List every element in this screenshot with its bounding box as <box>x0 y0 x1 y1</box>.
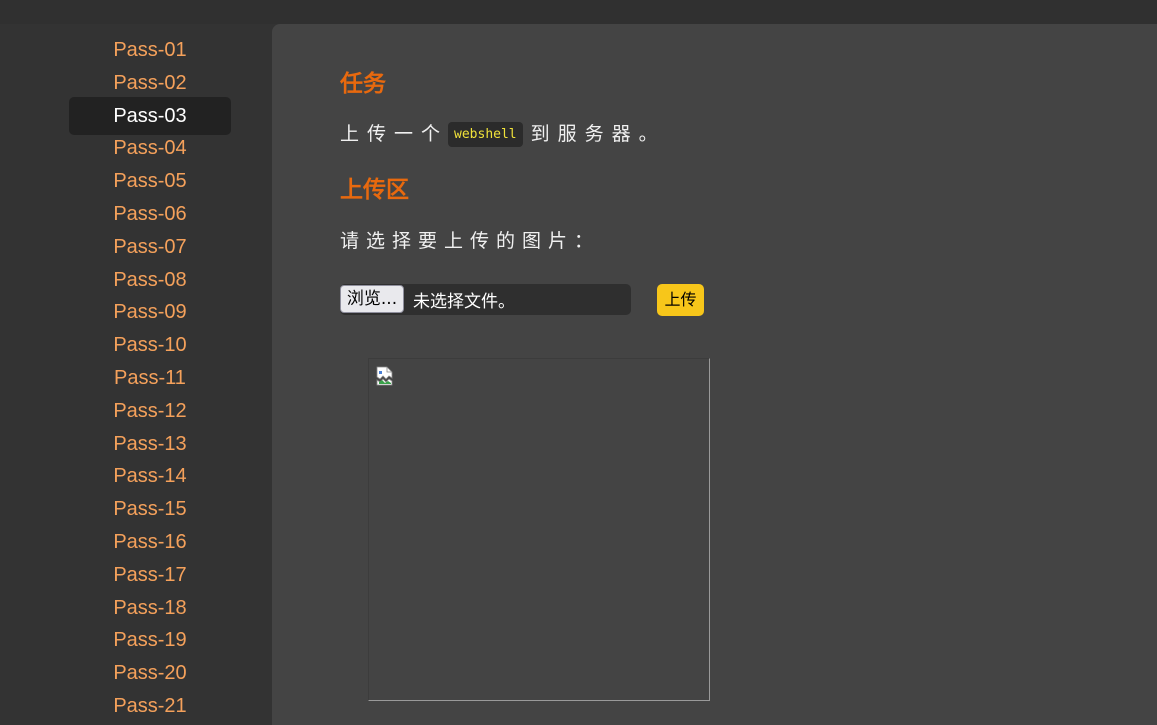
browse-button[interactable]: 浏览... <box>340 285 404 313</box>
app-root: Pass-01 Pass-02 Pass-03 Pass-04 Pass-05 Pass-… <box>0 0 1157 725</box>
task-suffix: 到服务器。 <box>530 123 666 145</box>
upload-button[interactable]: 上传 <box>657 284 704 316</box>
task-description: 上传一个 webshell 到服务器。 <box>340 119 666 147</box>
file-status: 未选择文件。 <box>413 292 515 312</box>
task-prefix: 上传一个 <box>340 123 449 145</box>
task-code: webshell <box>448 122 523 147</box>
image-preview <box>368 358 710 701</box>
file-input[interactable]: 浏览... 未选择文件。 <box>340 284 631 315</box>
broken-image-icon <box>376 366 393 386</box>
task-heading: 任务 <box>340 71 386 97</box>
top-bar <box>0 0 1157 24</box>
upload-prompt: 请选择要上传的图片： <box>340 230 601 252</box>
sidebar-item-pass-21[interactable]: Pass-21 <box>69 689 231 725</box>
upload-heading: 上传区 <box>340 177 409 203</box>
sidebar-item-pass-03[interactable]: Pass-03 <box>69 96 231 135</box>
main-panel: 任务 上传一个 webshell 到服务器。 上传区 请选择要上传的图片： 浏览..… <box>272 24 1157 725</box>
